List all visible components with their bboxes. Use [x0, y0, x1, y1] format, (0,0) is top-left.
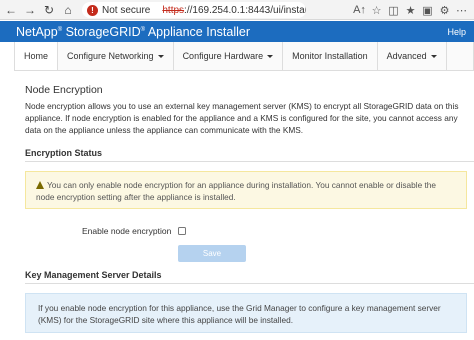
chevron-down-icon	[267, 54, 274, 58]
favorites-icon[interactable]: ★	[402, 2, 419, 18]
home-icon[interactable]: ⌂	[60, 2, 76, 18]
nav-configure-hardware[interactable]: Configure Hardware	[174, 42, 284, 70]
more-menu-icon[interactable]: ⋯	[453, 2, 470, 18]
info-alert: If you enable node encryption for this a…	[25, 293, 467, 333]
nav-home-label: Home	[24, 51, 49, 61]
encryption-status-heading: Encryption Status	[25, 148, 103, 158]
chevron-down-icon	[157, 54, 164, 58]
chevron-down-icon	[430, 54, 437, 58]
kms-heading: Key Management Server Details	[25, 270, 162, 280]
app-title-installer: Appliance Installer	[145, 24, 250, 39]
page-description: Node encryption allows you to use an ext…	[25, 101, 459, 135]
url-scheme: https	[162, 4, 185, 16]
nav-advanced-label: Advanced	[386, 51, 427, 61]
browser-toolbar: ← → ↻ ⌂ ! Not secure https ://169.254.0.…	[0, 0, 474, 20]
page-title: Node Encryption	[25, 84, 103, 96]
enable-encryption-label: Enable node encryption	[82, 226, 172, 236]
nav-monitor-installation[interactable]: Monitor Installation	[283, 42, 378, 70]
save-button[interactable]: Save	[178, 245, 246, 262]
nav-home[interactable]: Home	[15, 42, 59, 70]
collections-icon[interactable]: ▣	[419, 2, 436, 18]
section-divider	[25, 283, 474, 284]
enable-encryption-checkbox[interactable]	[178, 227, 186, 235]
nav-monitor-installation-label: Monitor Installation	[292, 51, 368, 61]
warning-icon	[36, 181, 44, 189]
nav-configure-networking[interactable]: Configure Networking	[58, 42, 174, 70]
app-header: NetApp® StorageGRID® Appliance Installer…	[0, 21, 474, 42]
main-nav: Home Configure Networking Configure Hard…	[14, 42, 474, 71]
nav-configure-networking-label: Configure Networking	[67, 51, 154, 61]
split-screen-icon[interactable]: ◫	[385, 2, 402, 18]
back-arrow-icon[interactable]: ←	[3, 2, 19, 18]
app-title-netapp: NetApp	[16, 24, 58, 39]
favorite-star-icon[interactable]: ☆	[368, 2, 385, 18]
section-divider	[25, 161, 474, 162]
warning-text: You can only enable node encryption for …	[36, 180, 437, 202]
address-bar[interactable]: ! Not secure https ://169.254.0.1:8443/u…	[82, 2, 306, 18]
info-text: If you enable node encryption for this a…	[38, 303, 441, 325]
app-title-storagegrid: StorageGRID	[62, 24, 141, 39]
not-secure-label: Not secure	[102, 4, 151, 16]
reload-icon[interactable]: ↻	[41, 2, 57, 18]
forward-arrow-icon[interactable]: →	[22, 2, 38, 18]
url-text: ://169.254.0.1:8443/ui/installer.h...	[184, 4, 306, 16]
not-secure-icon: !	[87, 4, 98, 16]
nav-configure-hardware-label: Configure Hardware	[182, 51, 264, 61]
browser-actions: A↑ ☆ ◫ ★ ▣ ⚙ ⋯	[351, 2, 470, 18]
read-aloud-icon[interactable]: A↑	[351, 2, 368, 18]
extensions-icon[interactable]: ⚙	[436, 2, 453, 18]
warning-alert: You can only enable node encryption for …	[25, 171, 467, 209]
nav-advanced[interactable]: Advanced	[378, 42, 447, 70]
help-link[interactable]: Help	[447, 27, 466, 37]
app-title: NetApp® StorageGRID® Appliance Installer	[16, 25, 250, 39]
